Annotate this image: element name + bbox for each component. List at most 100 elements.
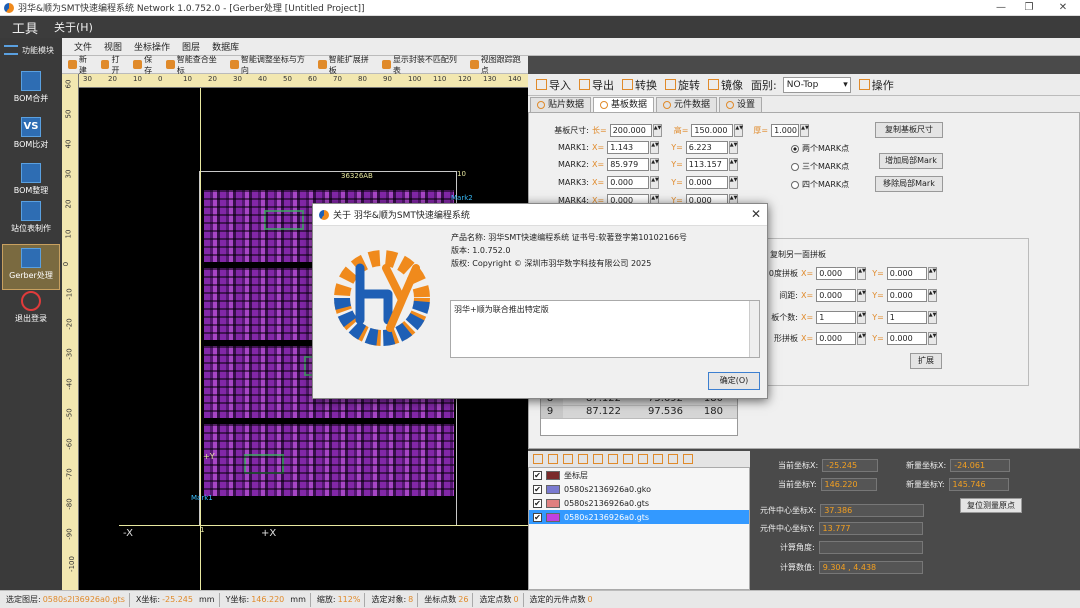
sidebar-item-station-table[interactable]: 站位表制作 bbox=[2, 198, 60, 244]
save-button[interactable]: 保存 bbox=[133, 54, 160, 76]
smart-panel-button[interactable]: 智能扩展拼板 bbox=[317, 54, 376, 76]
spin-icon[interactable]: ▲▼ bbox=[728, 175, 738, 189]
spin-icon[interactable]: ▲▼ bbox=[734, 123, 744, 137]
checkbox-icon[interactable]: ✔ bbox=[533, 470, 542, 480]
mark1-y-input[interactable]: 6.223 bbox=[685, 140, 728, 154]
mark1-x-input[interactable]: 1.143 bbox=[607, 140, 650, 154]
layer-item[interactable]: ✔ 0580s2136926a0.gko bbox=[529, 482, 749, 496]
side-select[interactable]: NO-Top ▾ bbox=[782, 76, 851, 93]
panel-x-input[interactable]: 0.000 bbox=[816, 331, 857, 345]
new-button[interactable]: 新建 bbox=[68, 54, 95, 76]
spin-icon[interactable]: ▲▼ bbox=[800, 123, 810, 137]
minimize-button[interactable]: — bbox=[986, 0, 1016, 16]
spin-icon[interactable]: ▲▼ bbox=[927, 310, 937, 324]
layer-item[interactable]: ✔ 0580s2136926a0.gts bbox=[529, 510, 749, 524]
board-width-input[interactable]: 150.000 bbox=[691, 123, 734, 137]
spin-icon[interactable]: ▲▼ bbox=[857, 266, 867, 280]
board-thick-input[interactable]: 1.000 bbox=[771, 123, 800, 137]
menu-coord-ops[interactable]: 坐标操作 bbox=[134, 40, 170, 53]
convert-button[interactable]: 转换 bbox=[622, 77, 657, 93]
spin-icon[interactable]: ▲▼ bbox=[857, 331, 867, 345]
panel-x-input[interactable]: 0.000 bbox=[816, 266, 857, 280]
menu-about[interactable]: 关于(H) bbox=[54, 19, 93, 35]
menu-tools[interactable]: 工具 bbox=[12, 18, 38, 37]
spin-icon[interactable]: ▲▼ bbox=[857, 310, 867, 324]
tab-board[interactable]: 基板数据 bbox=[593, 97, 655, 112]
menu-database[interactable]: 数据库 bbox=[212, 40, 239, 53]
spin-icon[interactable]: ▲▼ bbox=[728, 157, 738, 171]
radio-three-marks[interactable]: 三个MARK点 bbox=[791, 161, 849, 172]
spin-icon[interactable]: ▲▼ bbox=[857, 288, 867, 302]
close-button[interactable]: ✕ bbox=[1048, 0, 1078, 16]
operate-button[interactable]: 操作 bbox=[858, 77, 894, 93]
table-row[interactable]: 9 87.122 97.536 180 bbox=[541, 406, 737, 419]
rotate-button[interactable]: 旋转 bbox=[665, 77, 700, 93]
zoom-in-icon[interactable] bbox=[563, 454, 573, 464]
spin-icon[interactable]: ▲▼ bbox=[927, 331, 937, 345]
remove-local-mark-button[interactable]: 移除局部Mark bbox=[875, 176, 943, 192]
mirror-button[interactable]: 镜像 bbox=[708, 77, 743, 93]
copy-other-side-checkbox[interactable]: 复制另一面拼板 bbox=[758, 247, 826, 261]
mirror-icon[interactable] bbox=[608, 454, 618, 464]
sidebar-item-logout[interactable]: 退出登录 bbox=[2, 288, 60, 334]
spin-icon[interactable]: ▲▼ bbox=[650, 175, 660, 189]
sidebar-item-bom-compare[interactable]: VS BOM比对 bbox=[2, 114, 60, 160]
mismatch-list-button[interactable]: 显示封装不匹配列表 bbox=[382, 54, 464, 76]
panel-y-input[interactable]: 0.000 bbox=[886, 331, 927, 345]
dialog-close-button[interactable]: ✕ bbox=[751, 207, 761, 221]
delete-icon[interactable] bbox=[683, 454, 693, 464]
menu-view[interactable]: 视图 bbox=[104, 40, 122, 53]
spin-icon[interactable]: ▲▼ bbox=[650, 140, 660, 154]
spin-icon[interactable]: ▲▼ bbox=[652, 123, 662, 137]
panel-y-input[interactable]: 0.000 bbox=[886, 266, 927, 280]
spin-icon[interactable]: ▲▼ bbox=[927, 266, 937, 280]
board-length-input[interactable]: 200.000 bbox=[609, 123, 652, 137]
grid-icon[interactable] bbox=[623, 454, 633, 464]
checkbox-icon[interactable]: ✔ bbox=[533, 512, 542, 522]
restore-button[interactable]: ❐ bbox=[1014, 0, 1044, 16]
menu-file[interactable]: 文件 bbox=[74, 40, 92, 53]
track-points-button[interactable]: 视图跟踪跑点 bbox=[469, 54, 528, 76]
tab-settings[interactable]: 设置 bbox=[719, 97, 763, 112]
mark2-y-input[interactable]: 113.157 bbox=[685, 157, 728, 171]
panel-y-input[interactable]: 0.000 bbox=[886, 288, 927, 302]
ok-button[interactable]: 确定(O) bbox=[708, 372, 760, 390]
zoom-out-icon[interactable] bbox=[578, 454, 588, 464]
panel-x-input[interactable]: 1 bbox=[816, 310, 857, 324]
panel-x-input[interactable]: 0.000 bbox=[816, 288, 857, 302]
spin-icon[interactable]: ▲▼ bbox=[728, 140, 738, 154]
expand-button[interactable]: 扩展 bbox=[910, 353, 942, 369]
layer-item[interactable]: ✔ 0580s2136926a0.gts bbox=[529, 496, 749, 510]
down-icon[interactable] bbox=[653, 454, 663, 464]
sidebar-item-bom-merge[interactable]: BOM合并 bbox=[2, 68, 60, 114]
radio-two-marks[interactable]: 两个MARK点 bbox=[791, 143, 849, 154]
checkbox-icon[interactable]: ✔ bbox=[533, 484, 542, 494]
layer-item[interactable]: ✔ 坐标层 bbox=[529, 468, 749, 482]
up-icon[interactable] bbox=[638, 454, 648, 464]
open-button[interactable]: 打开 bbox=[100, 54, 128, 76]
tab-placement[interactable]: 贴片数据 bbox=[530, 97, 592, 112]
mark3-y-input[interactable]: 0.000 bbox=[685, 175, 728, 189]
copy-board-size-button[interactable]: 复制基板尺寸 bbox=[875, 122, 943, 138]
panel-y-input[interactable]: 1 bbox=[886, 310, 927, 324]
mark2-x-input[interactable]: 85.979 bbox=[607, 157, 650, 171]
spin-icon[interactable]: ▲▼ bbox=[650, 157, 660, 171]
spin-icon[interactable]: ▲▼ bbox=[927, 288, 937, 302]
checkbox-icon[interactable]: ✔ bbox=[533, 498, 542, 508]
mark3-x-input[interactable]: 0.000 bbox=[607, 175, 650, 189]
add-local-mark-button[interactable]: 增加局部Mark bbox=[879, 153, 943, 169]
export-button[interactable]: 导出 bbox=[579, 77, 614, 93]
smart-adjust-button[interactable]: 智能调整坐标与方向 bbox=[230, 54, 312, 76]
radio-four-marks[interactable]: 四个MARK点 bbox=[791, 179, 849, 190]
sidebar-item-gerber[interactable]: Gerber处理 bbox=[2, 244, 60, 290]
refresh-icon[interactable] bbox=[593, 454, 603, 464]
smart-merge-button[interactable]: 智能查合坐标 bbox=[165, 54, 224, 76]
reset-measure-origin-button[interactable]: 复位测量原点 bbox=[960, 498, 1022, 513]
menu-layer[interactable]: 图层 bbox=[182, 40, 200, 53]
tab-component[interactable]: 元件数据 bbox=[656, 97, 718, 112]
link-icon[interactable] bbox=[533, 454, 543, 464]
import-button[interactable]: 导入 bbox=[536, 77, 571, 93]
dialog-memo[interactable]: 羽华+顺为联合推出特定版 bbox=[450, 300, 760, 358]
list-icon[interactable] bbox=[668, 454, 678, 464]
eye-icon[interactable] bbox=[548, 454, 558, 464]
